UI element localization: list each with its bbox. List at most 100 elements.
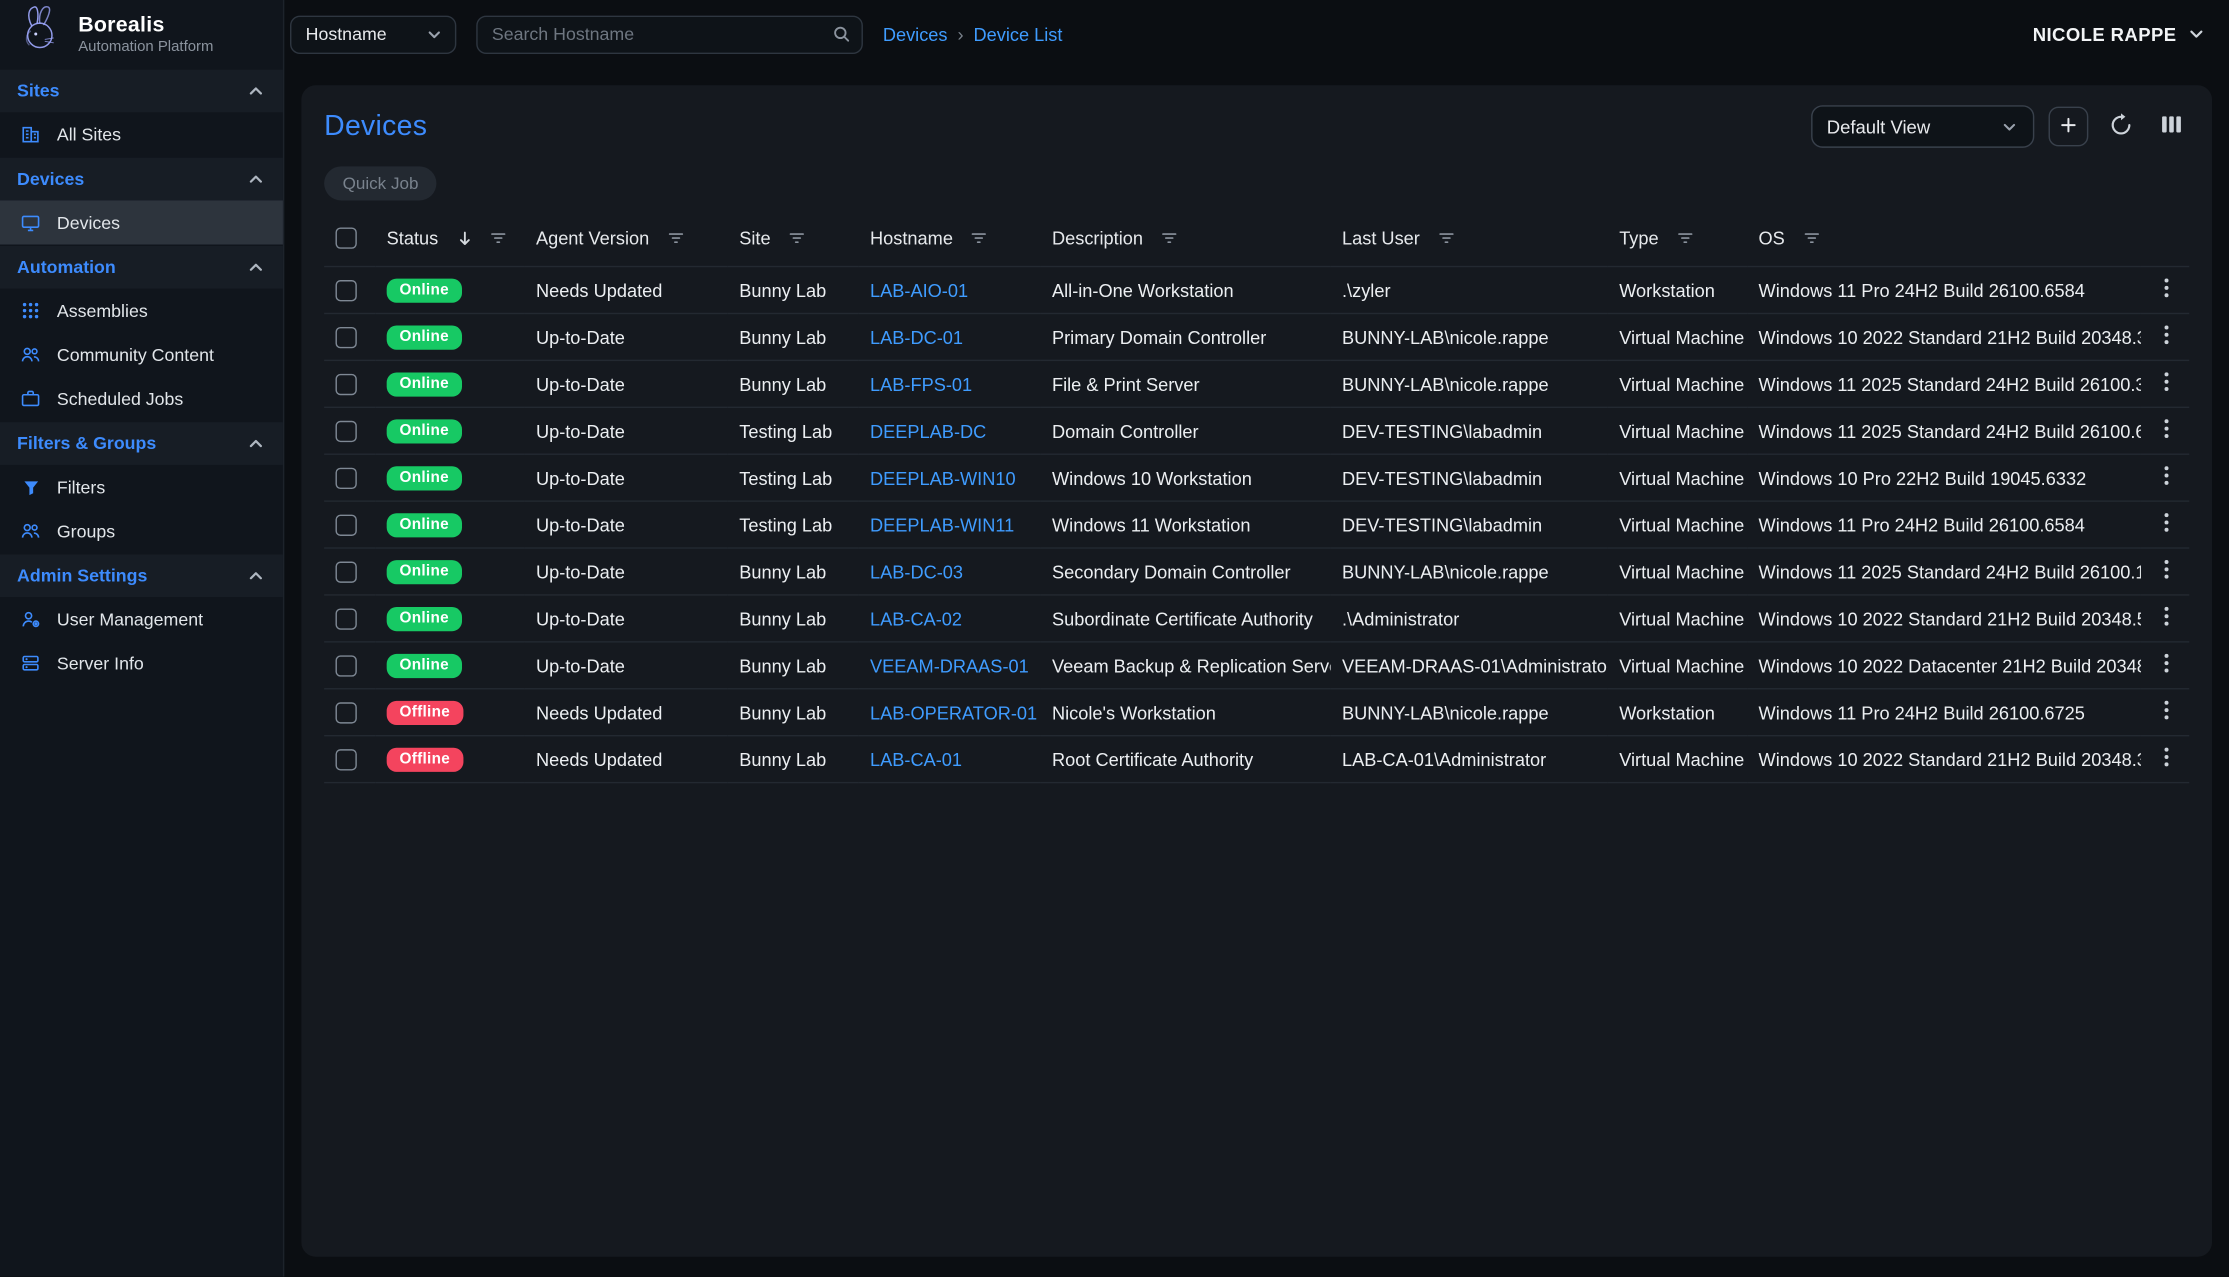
status-badge: Online [387, 419, 462, 443]
column-header-site[interactable]: Site [728, 218, 859, 267]
table-body: OnlineNeeds UpdatedBunny LabLAB-AIO-01Al… [324, 267, 2189, 783]
sidebar-section-sites[interactable]: Sites [0, 70, 283, 113]
cell-site: Testing Lab [728, 501, 859, 548]
sidebar-section-admin-settings[interactable]: Admin Settings [0, 554, 283, 597]
select-all-checkbox[interactable] [335, 228, 356, 249]
sidebar-item-user-management[interactable]: User Management [0, 597, 283, 641]
add-view-button[interactable] [2049, 107, 2089, 147]
table-row[interactable]: OnlineNeeds UpdatedBunny LabLAB-AIO-01Al… [324, 267, 2189, 314]
row-checkbox[interactable] [335, 515, 356, 536]
sort-desc-icon[interactable] [455, 228, 475, 248]
hostname-link[interactable]: LAB-CA-02 [870, 608, 962, 629]
sidebar-item-devices[interactable]: Devices [0, 200, 283, 244]
refresh-button[interactable] [2103, 106, 2140, 147]
cell-type: Virtual Machine [1608, 642, 1747, 689]
row-menu-button[interactable] [2155, 650, 2178, 681]
breadcrumb-devices[interactable]: Devices [883, 23, 948, 44]
hostname-link[interactable]: LAB-AIO-01 [870, 280, 968, 301]
search-icon[interactable] [832, 23, 852, 50]
row-checkbox[interactable] [335, 703, 356, 724]
filter-icon[interactable] [1437, 228, 1455, 246]
column-header-description[interactable]: Description [1041, 218, 1331, 267]
table-row[interactable]: OnlineUp-to-DateTesting LabDEEPLAB-WIN11… [324, 501, 2189, 548]
filter-icon[interactable] [1160, 228, 1178, 246]
table-row[interactable]: OnlineUp-to-DateBunny LabLAB-CA-02Subord… [324, 595, 2189, 642]
sidebar-item-server-info[interactable]: Server Info [0, 641, 283, 685]
column-header-hostname[interactable]: Hostname [859, 218, 1041, 267]
hostname-link[interactable]: VEEAM-DRAAS-01 [870, 655, 1029, 676]
row-menu-button[interactable] [2155, 368, 2178, 399]
row-menu-button[interactable] [2155, 275, 2178, 306]
row-menu-button[interactable] [2155, 321, 2178, 352]
filter-icon[interactable] [788, 228, 806, 246]
cell-agent-version: Up-to-Date [525, 454, 728, 501]
row-checkbox[interactable] [335, 609, 356, 630]
row-menu-button[interactable] [2155, 462, 2178, 493]
sidebar-item-all-sites[interactable]: All Sites [0, 112, 283, 156]
hostname-link[interactable]: DEEPLAB-WIN11 [870, 514, 1014, 535]
column-header-status[interactable]: Status [375, 218, 524, 267]
table-row[interactable]: OnlineUp-to-DateBunny LabLAB-DC-03Second… [324, 548, 2189, 595]
hostname-link[interactable]: LAB-CA-01 [870, 749, 962, 770]
hostname-link[interactable]: DEEPLAB-WIN10 [870, 467, 1016, 488]
sidebar-item-groups[interactable]: Groups [0, 509, 283, 553]
brand[interactable]: Borealis Automation Platform [0, 0, 283, 68]
cell-site: Bunny Lab [728, 595, 859, 642]
row-checkbox[interactable] [335, 280, 356, 301]
row-menu-button[interactable] [2155, 697, 2178, 728]
sidebar-section-automation[interactable]: Automation [0, 246, 283, 289]
user-menu[interactable]: NICOLE RAPPE [2033, 23, 2207, 44]
quick-job-button[interactable]: Quick Job [324, 166, 437, 200]
row-menu-button[interactable] [2155, 415, 2178, 446]
table-row[interactable]: OnlineUp-to-DateBunny LabLAB-FPS-01File … [324, 361, 2189, 408]
sidebar-section-filters-groups[interactable]: Filters & Groups [0, 422, 283, 465]
row-checkbox[interactable] [335, 374, 356, 395]
hostname-link[interactable]: LAB-DC-01 [870, 326, 963, 347]
row-checkbox[interactable] [335, 562, 356, 583]
column-header-type[interactable]: Type [1608, 218, 1747, 267]
hostname-link[interactable]: LAB-OPERATOR-01 [870, 702, 1037, 723]
hostname-link[interactable]: LAB-FPS-01 [870, 373, 972, 394]
table-row[interactable]: OnlineUp-to-DateBunny LabLAB-DC-01Primar… [324, 314, 2189, 361]
row-checkbox[interactable] [335, 327, 356, 348]
status-badge: Offline [387, 701, 463, 725]
table-row[interactable]: OnlineUp-to-DateTesting LabDEEPLAB-DCDom… [324, 407, 2189, 454]
sidebar-item-community-content[interactable]: Community Content [0, 333, 283, 377]
sidebar-section-devices[interactable]: Devices [0, 158, 283, 201]
cell-last-user: DEV-TESTING\labadmin [1331, 407, 1608, 454]
row-checkbox[interactable] [335, 421, 356, 442]
sidebar-item-scheduled-jobs[interactable]: Scheduled Jobs [0, 377, 283, 421]
row-menu-button[interactable] [2155, 744, 2178, 775]
row-checkbox[interactable] [335, 656, 356, 677]
sidebar-item-assemblies[interactable]: Assemblies [0, 289, 283, 333]
breadcrumb-device-list[interactable]: Device List [973, 23, 1062, 44]
cell-agent-version: Up-to-Date [525, 314, 728, 361]
filter-icon[interactable] [489, 228, 507, 246]
column-header-last-user[interactable]: Last User [1331, 218, 1608, 267]
cell-last-user: BUNNY-LAB\nicole.rappe [1331, 548, 1608, 595]
view-select[interactable]: Default View [1811, 105, 2034, 148]
row-menu-button[interactable] [2155, 509, 2178, 540]
table-row[interactable]: OnlineUp-to-DateBunny LabVEEAM-DRAAS-01V… [324, 642, 2189, 689]
status-badge: Online [387, 325, 462, 349]
column-header-agent-version[interactable]: Agent Version [525, 218, 728, 267]
filter-icon[interactable] [970, 228, 988, 246]
table-row[interactable]: OnlineUp-to-DateTesting LabDEEPLAB-WIN10… [324, 454, 2189, 501]
row-checkbox[interactable] [335, 749, 356, 770]
cell-type: Virtual Machine [1608, 736, 1747, 783]
sidebar-item-filters[interactable]: Filters [0, 465, 283, 509]
columns-button[interactable] [2154, 107, 2190, 147]
search-field-select[interactable]: Hostname [290, 15, 456, 53]
filter-icon[interactable] [666, 228, 684, 246]
row-menu-button[interactable] [2155, 603, 2178, 634]
row-checkbox[interactable] [335, 468, 356, 489]
table-row[interactable]: OfflineNeeds UpdatedBunny LabLAB-OPERATO… [324, 689, 2189, 736]
hostname-link[interactable]: DEEPLAB-DC [870, 420, 986, 441]
filter-icon[interactable] [1802, 228, 1820, 246]
filter-icon[interactable] [1676, 228, 1694, 246]
table-row[interactable]: OfflineNeeds UpdatedBunny LabLAB-CA-01Ro… [324, 736, 2189, 783]
search-input[interactable] [476, 15, 863, 53]
row-menu-button[interactable] [2155, 556, 2178, 587]
hostname-link[interactable]: LAB-DC-03 [870, 561, 963, 582]
column-header-os[interactable]: OS [1747, 218, 2141, 267]
